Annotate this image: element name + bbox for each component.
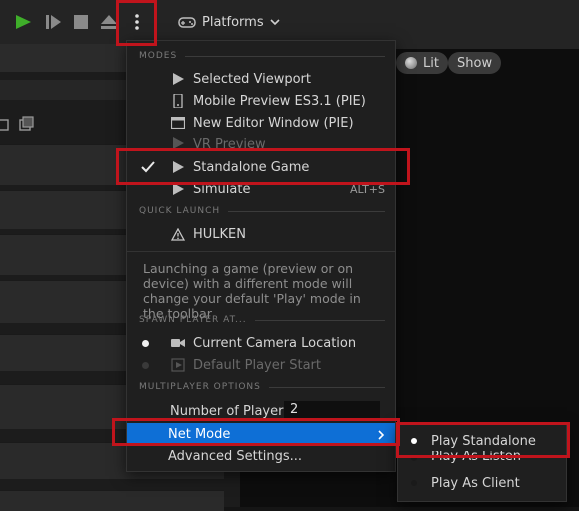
player-start-icon bbox=[171, 358, 185, 372]
show-label: Show bbox=[457, 55, 493, 71]
section-header-modes: MODES bbox=[139, 51, 385, 61]
menu-item-net-mode[interactable]: Net Mode bbox=[127, 423, 395, 445]
section-label: QUICK LAUNCH bbox=[139, 206, 221, 216]
menu-item-mobile-preview[interactable]: Mobile Preview ES3.1 (PIE) bbox=[127, 90, 395, 112]
step-icon bbox=[46, 15, 61, 29]
menu-item-label: Current Camera Location bbox=[193, 335, 357, 351]
section-label: MODES bbox=[139, 51, 178, 61]
chevron-down-icon bbox=[270, 19, 280, 26]
section-label: SPAWN PLAYER AT... bbox=[139, 315, 247, 325]
play-button[interactable] bbox=[10, 8, 36, 36]
simulate-icon bbox=[171, 182, 185, 196]
separator bbox=[127, 251, 395, 252]
menu-item-vr-preview: VR Preview bbox=[127, 134, 395, 148]
play-options-menu: MODES Selected Viewport Mobile Preview E… bbox=[126, 40, 396, 472]
panel-toggle-icons[interactable] bbox=[0, 116, 34, 140]
viewport-layout-icon bbox=[0, 116, 34, 131]
section-header-spawn: SPAWN PLAYER AT... bbox=[139, 315, 385, 325]
checkmark-icon bbox=[141, 160, 155, 178]
platforms-label: Platforms bbox=[202, 14, 264, 30]
menu-item-selected-viewport[interactable]: Selected Viewport bbox=[127, 68, 395, 90]
play-mode-note: Launching a game (preview or on device) … bbox=[143, 261, 361, 321]
mobile-icon bbox=[171, 94, 185, 108]
section-header-multiplayer: MULTIPLAYER OPTIONS bbox=[139, 382, 385, 392]
number-of-players-row: Number of Players 2 bbox=[127, 400, 395, 422]
menu-item-label: Default Player Start bbox=[193, 357, 321, 373]
radio-selected-icon bbox=[142, 340, 149, 347]
panel-row[interactable] bbox=[0, 490, 224, 511]
menu-item-simulate[interactable]: Simulate ALT+S bbox=[127, 178, 395, 200]
menu-item-shortcut: ALT+S bbox=[349, 182, 385, 196]
menu-item-label: Advanced Settings... bbox=[168, 448, 303, 464]
number-of-players-input[interactable]: 2 bbox=[284, 401, 380, 419]
net-mode-submenu: Play Standalone Play As Listen Server Pl… bbox=[397, 424, 567, 502]
window-icon bbox=[171, 116, 185, 130]
menu-item-new-editor-window[interactable]: New Editor Window (PIE) bbox=[127, 112, 395, 134]
lit-view-mode-button[interactable]: Lit bbox=[396, 52, 448, 74]
radio-unselected-icon bbox=[411, 455, 417, 461]
menu-item-default-player-start[interactable]: Default Player Start bbox=[127, 354, 395, 376]
submenu-item-play-standalone[interactable]: Play Standalone bbox=[398, 430, 566, 452]
section-header-quick-launch: QUICK LAUNCH bbox=[139, 206, 385, 216]
menu-item-label: Selected Viewport bbox=[193, 71, 311, 87]
submenu-item-play-as-client[interactable]: Play As Client bbox=[398, 472, 566, 494]
play-icon bbox=[171, 160, 185, 174]
menu-item-label: Net Mode bbox=[168, 426, 231, 442]
gamepad-icon bbox=[178, 17, 196, 28]
platforms-button[interactable]: Platforms bbox=[178, 10, 280, 34]
vr-headset-icon bbox=[171, 136, 185, 148]
more-vertical-icon bbox=[135, 14, 139, 30]
play-options-button[interactable] bbox=[124, 8, 150, 36]
chevron-right-icon bbox=[377, 429, 385, 444]
lit-label: Lit bbox=[423, 55, 439, 71]
submenu-item-listen-server[interactable]: Play As Listen Server bbox=[398, 451, 566, 465]
menu-item-label: Simulate bbox=[193, 181, 251, 197]
menu-item-label: Standalone Game bbox=[193, 159, 310, 175]
lit-sphere-icon bbox=[405, 57, 417, 69]
eject-icon bbox=[101, 15, 117, 29]
play-icon bbox=[171, 72, 185, 86]
stop-button[interactable] bbox=[68, 8, 94, 36]
play-icon bbox=[16, 15, 31, 29]
menu-item-label: HULKEN bbox=[193, 226, 246, 242]
menu-item-current-camera-location[interactable]: Current Camera Location bbox=[127, 332, 395, 354]
menu-item-standalone-game[interactable]: Standalone Game bbox=[127, 156, 395, 178]
menu-item-label: Mobile Preview ES3.1 (PIE) bbox=[193, 93, 366, 109]
section-label: MULTIPLAYER OPTIONS bbox=[139, 382, 261, 392]
menu-item-hulken[interactable]: HULKEN bbox=[127, 223, 395, 245]
submenu-item-label: Play As Client bbox=[431, 475, 520, 491]
menu-item-label: New Editor Window (PIE) bbox=[193, 115, 354, 131]
stop-icon bbox=[74, 15, 88, 29]
number-of-players-label: Number of Players bbox=[170, 403, 291, 419]
menu-item-advanced-settings[interactable]: Advanced Settings... bbox=[127, 445, 395, 467]
radio-unselected-icon bbox=[142, 362, 149, 369]
step-button[interactable] bbox=[40, 8, 66, 36]
camera-icon bbox=[171, 336, 185, 350]
submenu-item-label: Play As Listen Server bbox=[431, 451, 522, 465]
submenu-item-label: Play Standalone bbox=[431, 433, 536, 449]
eject-button[interactable] bbox=[96, 8, 122, 36]
menu-item-label: VR Preview bbox=[193, 137, 266, 148]
warning-icon bbox=[171, 227, 185, 241]
main-toolbar: Platforms bbox=[0, 0, 579, 44]
radio-unselected-icon bbox=[411, 480, 417, 486]
radio-selected-icon bbox=[411, 438, 417, 444]
show-button[interactable]: Show bbox=[448, 52, 502, 74]
